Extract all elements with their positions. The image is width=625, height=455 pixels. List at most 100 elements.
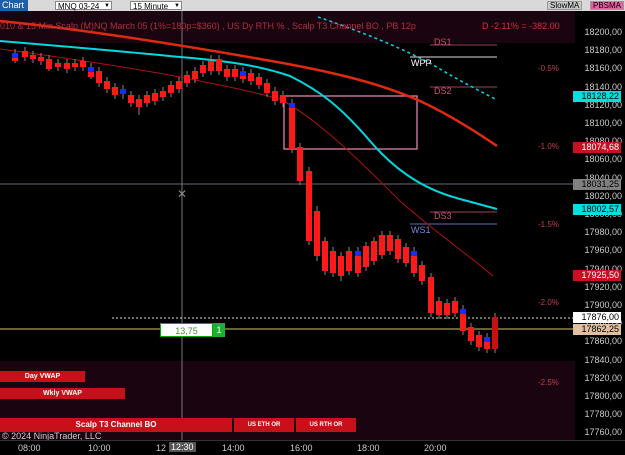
pct-label: -0.5% bbox=[538, 64, 559, 73]
pct-label: -1.0% bbox=[538, 142, 559, 151]
candle-body bbox=[280, 95, 286, 103]
candle-body bbox=[224, 69, 230, 77]
candle-body bbox=[346, 251, 352, 271]
y-tick: 18160,00 bbox=[584, 63, 622, 74]
candle-body bbox=[492, 317, 498, 349]
ws1-label: WS1 bbox=[411, 225, 431, 235]
candle-body bbox=[104, 81, 110, 89]
candle-body bbox=[200, 65, 206, 73]
interval-label: 15 Minute bbox=[133, 2, 169, 11]
candle-body bbox=[96, 71, 102, 83]
signal-marker bbox=[289, 103, 295, 108]
price-tag: 18074,68 bbox=[573, 142, 621, 153]
y-tick: 17820,00 bbox=[584, 372, 622, 383]
candle-body bbox=[72, 63, 78, 67]
x-tick: 10:00 bbox=[88, 443, 111, 453]
price-tag: 18128,22 bbox=[573, 91, 621, 102]
signal-marker bbox=[88, 67, 94, 72]
candle-body bbox=[419, 265, 425, 281]
chevron-down-icon: ▼ bbox=[104, 3, 110, 9]
candle-body bbox=[128, 95, 134, 103]
candle-body bbox=[428, 277, 434, 313]
candle-body bbox=[112, 87, 118, 95]
us-eth-or-button[interactable]: US ETH OR bbox=[234, 418, 294, 432]
price-axis[interactable]: 18200,00 18180,00 18160,00 18140,00 18120,00… bbox=[573, 11, 625, 440]
ds2-label: DS2 bbox=[434, 86, 452, 96]
pct-label: -1.5% bbox=[538, 220, 559, 229]
candle-body bbox=[306, 171, 312, 241]
candle-body bbox=[144, 95, 150, 103]
candle-body bbox=[38, 57, 44, 61]
candle-body bbox=[444, 303, 450, 315]
chart-tab[interactable]: Chart bbox=[0, 0, 28, 11]
candle-body bbox=[30, 55, 36, 59]
candle-body bbox=[216, 59, 222, 71]
chart-panel[interactable]: 010 & 15 Min Scalp (M)NQ March 05 (1%=18… bbox=[0, 11, 575, 440]
y-tick: 17960,00 bbox=[584, 245, 622, 256]
candle-body bbox=[468, 327, 474, 341]
pct-label: -2.5% bbox=[538, 378, 559, 387]
order-quantity-field[interactable]: 13,75 bbox=[160, 323, 213, 337]
y-tick: 18020,00 bbox=[584, 190, 622, 201]
channel-ma-line bbox=[0, 48, 494, 277]
scalp-t3-button[interactable]: Scalp T3 Channel BO bbox=[0, 418, 232, 432]
x-tick: 12 bbox=[156, 443, 167, 453]
order-count-badge[interactable]: 1 bbox=[213, 323, 225, 337]
time-axis[interactable]: 08:00 10:00 12 12:30 14:00 16:00 18:00 2… bbox=[0, 440, 625, 455]
candle-body bbox=[248, 73, 254, 81]
signal-marker bbox=[12, 53, 18, 58]
interval-selector[interactable]: 15 Minute ▼ bbox=[130, 1, 182, 11]
candle-body bbox=[256, 77, 262, 85]
channel-box bbox=[283, 95, 418, 150]
candle-body bbox=[176, 81, 182, 89]
day-vwap-button[interactable]: Day VWAP bbox=[0, 371, 85, 382]
x-tick: 16:00 bbox=[290, 443, 313, 453]
price-tag: 18002,57 bbox=[573, 204, 621, 215]
pbsma-button[interactable]: PBSMA bbox=[590, 1, 625, 10]
price-tag: 17925,50 bbox=[573, 270, 621, 281]
candle-body bbox=[160, 91, 166, 97]
candle-body bbox=[338, 256, 344, 276]
us-rth-or-button[interactable]: US RTH OR bbox=[296, 418, 356, 432]
signal-marker bbox=[120, 89, 126, 94]
candle-body bbox=[272, 91, 278, 101]
candle-body bbox=[289, 103, 295, 149]
price-chart[interactable] bbox=[0, 11, 575, 440]
candle-body bbox=[330, 251, 336, 273]
daily-change-label: D -2.11% = -382.00 bbox=[482, 21, 560, 31]
wpp-label: WPP bbox=[411, 58, 432, 68]
candle-body bbox=[476, 335, 482, 347]
y-tick: 18100,00 bbox=[584, 118, 622, 128]
candle-body bbox=[80, 61, 86, 67]
candle-body bbox=[168, 85, 174, 93]
y-tick: 17760,00 bbox=[584, 427, 622, 438]
candle-body bbox=[136, 99, 142, 107]
candle-body bbox=[64, 63, 70, 69]
y-tick: 17980,00 bbox=[584, 227, 622, 238]
instrument-selector[interactable]: MNQ 03-24 ▼ bbox=[55, 1, 112, 11]
signal-marker bbox=[484, 337, 490, 342]
candle-body bbox=[208, 61, 214, 71]
signal-marker bbox=[411, 251, 417, 256]
y-tick: 17800,00 bbox=[584, 391, 622, 401]
candle-body bbox=[55, 63, 61, 67]
candle-body bbox=[371, 241, 377, 261]
wkly-vwap-button[interactable]: Wkly VWAP bbox=[0, 388, 125, 399]
slowma-button[interactable]: SlowMA bbox=[547, 1, 583, 10]
candle-body bbox=[322, 241, 328, 271]
ds3-label: DS3 bbox=[434, 211, 452, 221]
crosshair-icon: ✕ bbox=[177, 187, 188, 201]
y-tick: 18060,00 bbox=[584, 154, 622, 165]
candle-body bbox=[184, 75, 190, 83]
candle-body bbox=[387, 235, 393, 251]
candle-body bbox=[297, 147, 303, 181]
ds1-label: DS1 bbox=[434, 37, 452, 47]
chart-toolbar: Chart MNQ 03-24 ▼ 15 Minute ▼ SlowMA PBS… bbox=[0, 0, 625, 11]
candle-body bbox=[314, 211, 320, 256]
candle-body bbox=[232, 69, 238, 77]
x-tick: 14:00 bbox=[222, 443, 245, 453]
y-tick: 17920,00 bbox=[584, 281, 622, 292]
price-tag: 17862,25 bbox=[573, 324, 621, 335]
y-tick: 18180,00 bbox=[584, 45, 622, 56]
price-tag: 18031,25 bbox=[573, 179, 621, 190]
